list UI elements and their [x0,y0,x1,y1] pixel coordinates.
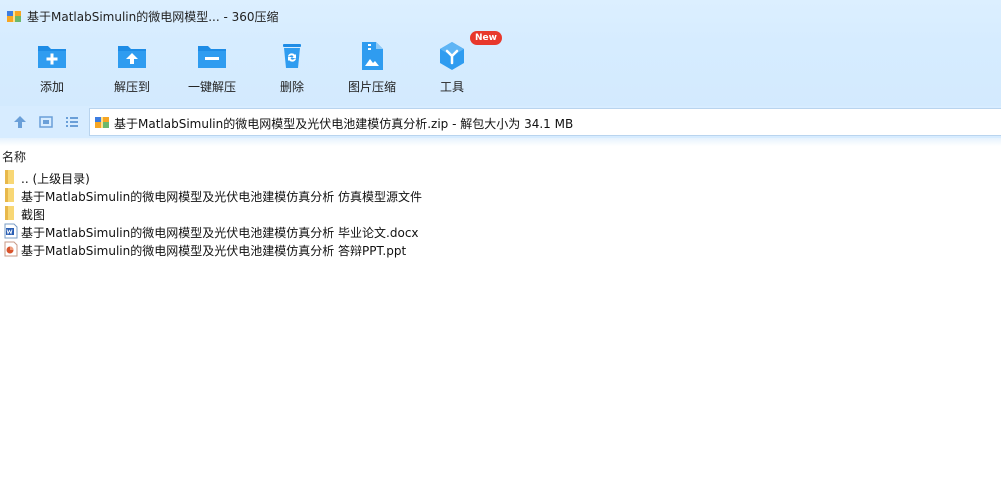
list-view-icon[interactable] [64,114,80,130]
up-arrow-icon[interactable] [12,114,28,130]
zip-file-icon [95,117,109,128]
tools-button[interactable]: New 工具 [412,31,502,98]
one-click-extract-label: 一键解压 [187,80,236,94]
column-header-name[interactable]: 名称 [2,148,26,165]
thumbnail-view-icon[interactable] [38,114,54,130]
image-compress-icon [362,42,383,70]
list-item-name: .. (上级目录) [21,172,90,186]
image-compress-label: 图片压缩 [347,80,396,94]
tools-icon [440,42,464,70]
add-label: 添加 [39,80,64,94]
list-item-folder[interactable]: 截图 [0,204,600,222]
address-row: 基于MatlabSimulin的微电网模型及光伏电池建模仿真分析.zip - 解… [0,106,1001,138]
list-item-name: 基于MatlabSimulin的微电网模型及光伏电池建模仿真分析 答辩PPT.p… [21,244,407,258]
one-click-extract-button[interactable]: 一键解压 [172,36,252,98]
toolbar: 添加 解压到 一键解压 删除 图片压缩 New 工具 [0,31,600,98]
address-path: 基于MatlabSimulin的微电网模型及光伏电池建模仿真分析.zip - 解… [114,117,574,131]
image-compress-button[interactable]: 图片压缩 [332,36,412,98]
list-item-file[interactable]: 基于MatlabSimulin的微电网模型及光伏电池建模仿真分析 毕业论文.do… [0,222,600,240]
extract-to-icon [118,46,146,68]
list-item-name: 基于MatlabSimulin的微电网模型及光伏电池建模仿真分析 仿真模型源文件 [21,190,423,204]
delete-icon [283,44,301,68]
list-item-name: 基于MatlabSimulin的微电网模型及光伏电池建模仿真分析 毕业论文.do… [21,226,419,240]
tools-label: 工具 [439,80,464,94]
folder-icon [5,170,14,184]
list-item-file[interactable]: 基于MatlabSimulin的微电网模型及光伏电池建模仿真分析 答辩PPT.p… [0,240,600,258]
list-item-name: 截图 [21,208,46,222]
extract-to-button[interactable]: 解压到 [92,36,172,98]
folder-icon [5,206,14,220]
archive-app-icon [7,11,21,22]
window-header: 基于MatlabSimulin的微电网模型... - 360压缩 添加 解压到 [0,0,1001,106]
one-click-extract-icon [198,46,226,68]
folder-icon [5,188,14,202]
delete-label: 删除 [279,80,304,94]
add-icon [38,46,66,68]
extract-to-label: 解压到 [113,80,150,94]
word-document-icon [4,223,18,239]
title-bar: 基于MatlabSimulin的微电网模型... - 360压缩 [0,0,1001,32]
new-badge: New [470,31,502,45]
powerpoint-icon [4,241,18,257]
list-item-parent[interactable]: .. (上级目录) [0,168,600,186]
add-button[interactable]: 添加 [12,36,92,98]
header-divider [0,138,1001,146]
window-title: 基于MatlabSimulin的微电网模型... - 360压缩 [27,10,279,24]
address-bar[interactable]: 基于MatlabSimulin的微电网模型及光伏电池建模仿真分析.zip - 解… [89,108,1001,136]
delete-button[interactable]: 删除 [252,36,332,98]
list-item-folder[interactable]: 基于MatlabSimulin的微电网模型及光伏电池建模仿真分析 仿真模型源文件 [0,186,600,204]
